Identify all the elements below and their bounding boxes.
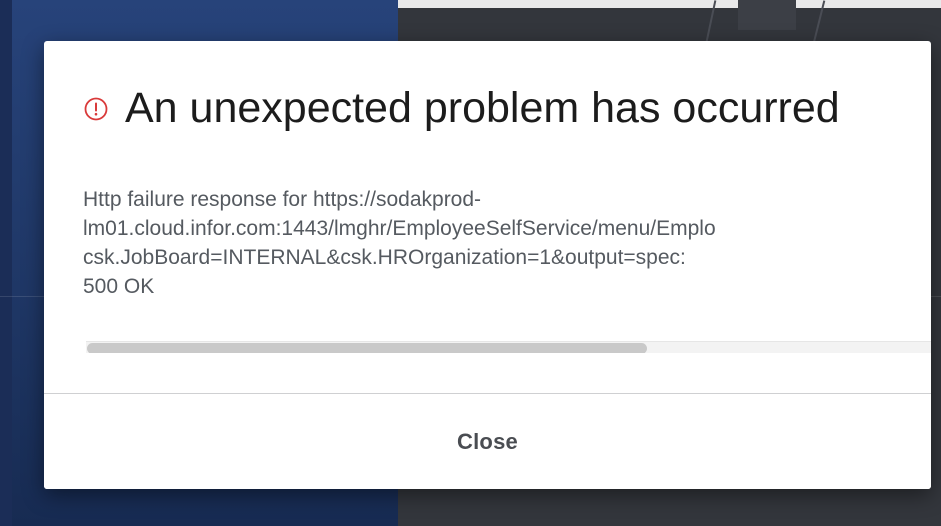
- error-message-line: Http failure response for https://sodakp…: [83, 188, 482, 211]
- error-dialog: An unexpected problem has occurred Http …: [44, 41, 931, 489]
- error-message-line: lm01.cloud.infor.com:1443/lmghr/Employee…: [83, 217, 716, 240]
- background-illustration: [700, 0, 840, 44]
- dialog-body[interactable]: Http failure response for https://sodakp…: [83, 185, 931, 353]
- error-message-line: csk.JobBoard=INTERNAL&csk.HROrganization…: [83, 246, 686, 269]
- background-left-strip: [0, 0, 12, 526]
- error-message-line: 500 OK: [83, 275, 155, 298]
- background-top-band: [398, 0, 941, 8]
- horizontal-scrollbar[interactable]: [86, 341, 931, 353]
- dialog-header: An unexpected problem has occurred: [84, 84, 840, 132]
- scrollbar-thumb[interactable]: [87, 343, 647, 353]
- dialog-title: An unexpected problem has occurred: [125, 84, 840, 132]
- close-button[interactable]: Close: [44, 394, 931, 489]
- close-button-label: Close: [457, 428, 518, 454]
- alert-circle-icon: [84, 97, 108, 121]
